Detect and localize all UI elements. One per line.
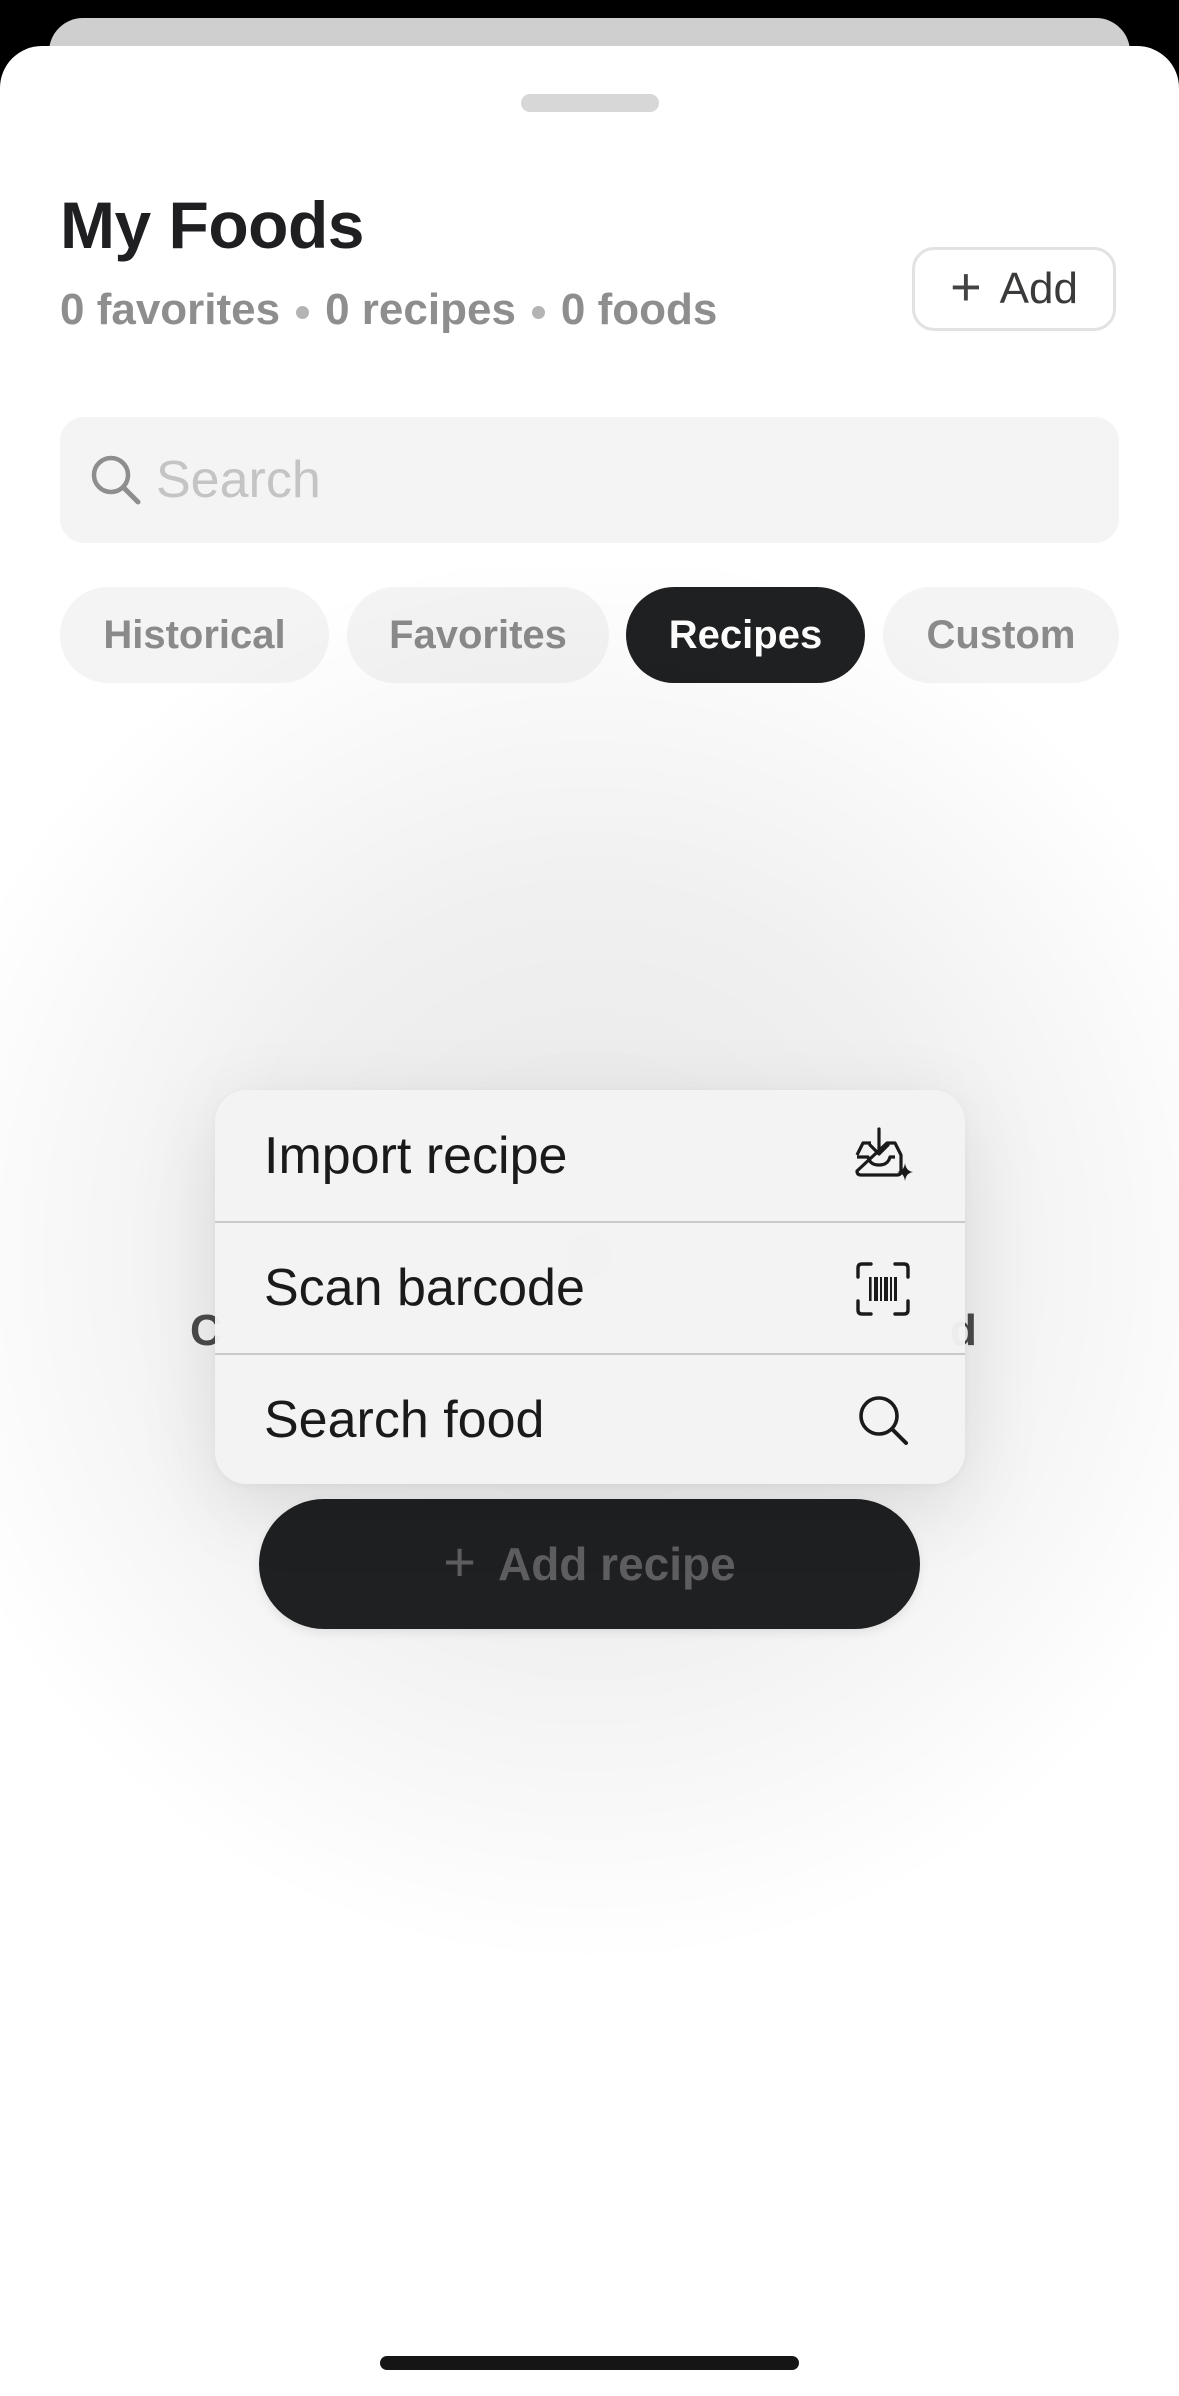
add-recipe-button[interactable]: + Add recipe	[259, 1499, 920, 1629]
add-recipe-label: Add recipe	[497, 1538, 736, 1590]
plus-icon: +	[443, 1530, 476, 1593]
my-foods-sheet: My Foods 0 favorites 0 recipes 0 foods +…	[0, 46, 1179, 2396]
tab-historical[interactable]: Historical	[60, 587, 329, 683]
tab-custom[interactable]: Custom	[883, 587, 1119, 683]
tab-label: Recipes	[668, 612, 823, 657]
search-icon	[859, 1396, 908, 1445]
import-tray-icon	[855, 1127, 913, 1181]
search-bar[interactable]	[60, 417, 1119, 543]
summary-stats: 0 favorites 0 recipes 0 foods	[60, 285, 718, 334]
menu-item-search-food[interactable]: Search food	[215, 1354, 965, 1484]
separator-dot	[531, 305, 545, 319]
search-input[interactable]	[156, 417, 1096, 543]
tab-label: Custom	[926, 612, 1076, 657]
tab-label: Favorites	[389, 612, 567, 657]
add-button-label: Add	[999, 264, 1078, 313]
add-button[interactable]: + Add	[912, 247, 1116, 331]
menu-item-import-recipe[interactable]: Import recipe	[215, 1090, 965, 1221]
foods-count: 0 foods	[560, 285, 718, 334]
recipes-count: 0 recipes	[325, 285, 516, 334]
plus-icon: +	[950, 257, 982, 317]
favorites-count: 0 favorites	[60, 285, 281, 334]
tab-label: Historical	[103, 612, 286, 657]
home-indicator	[380, 2356, 799, 2370]
page-title: My Foods	[60, 188, 365, 262]
add-recipe-menu: Import recipe Scan barcode Search food	[215, 1090, 965, 1484]
tab-favorites[interactable]: Favorites	[347, 587, 609, 683]
menu-item-scan-barcode[interactable]: Scan barcode	[215, 1222, 965, 1353]
sheet-grabber[interactable]	[521, 94, 659, 112]
search-icon	[91, 455, 141, 505]
barcode-scan-icon	[856, 1262, 910, 1316]
separator-dot	[296, 305, 310, 319]
tab-recipes[interactable]: Recipes	[626, 587, 865, 683]
